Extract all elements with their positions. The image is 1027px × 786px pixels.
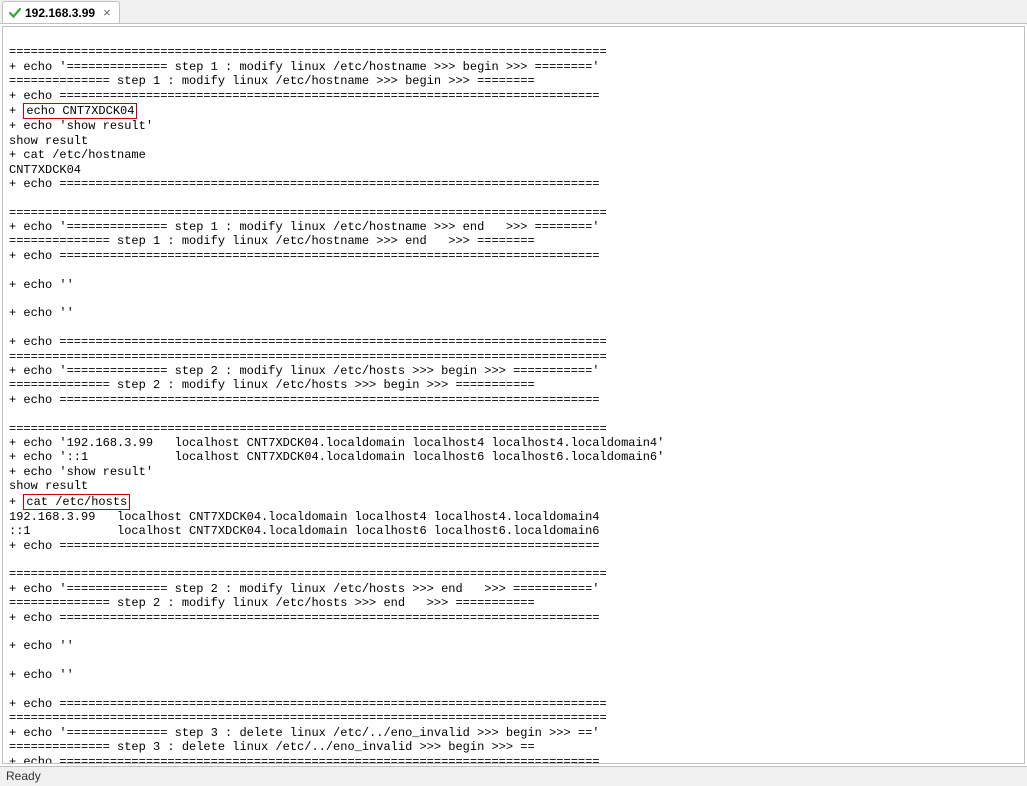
- output-line: ::1 localhost CNT7XDCK04.localdomain loc…: [9, 524, 600, 538]
- output-line: ========================================…: [9, 711, 607, 725]
- output-line: + echo 'show result': [9, 119, 153, 133]
- output-line: ========================================…: [9, 206, 607, 220]
- tab-title: 192.168.3.99: [25, 6, 95, 20]
- output-line: show result: [9, 479, 88, 493]
- output-line: ============== step 1 : modify linux /et…: [9, 74, 535, 88]
- output-line: + echo '192.168.3.99 localhost CNT7XDCK0…: [9, 436, 664, 450]
- output-line: 192.168.3.99 localhost CNT7XDCK04.locald…: [9, 510, 600, 524]
- output-line: + echo '': [9, 668, 74, 682]
- output-line: ========================================…: [9, 422, 607, 436]
- status-bar: Ready: [0, 766, 1027, 786]
- output-line: + echo =================================…: [9, 335, 607, 349]
- output-line: ========================================…: [9, 45, 607, 59]
- highlight-cat-hosts: cat /etc/hosts: [23, 494, 130, 510]
- output-line: + echo '::1 localhost CNT7XDCK04.localdo…: [9, 450, 664, 464]
- output-line: ============== step 1 : modify linux /et…: [9, 234, 535, 248]
- close-icon[interactable]: ×: [103, 5, 111, 20]
- output-line: + echo 'show result': [9, 465, 153, 479]
- output-line: ============== step 2 : modify linux /et…: [9, 378, 535, 392]
- output-line: + echo '============== step 1 : modify l…: [9, 60, 600, 74]
- output-line: + echo '============== step 2 : modify l…: [9, 364, 600, 378]
- output-line: + echo =================================…: [9, 611, 600, 625]
- output-line: + echo '': [9, 639, 74, 653]
- check-icon: [9, 7, 21, 19]
- output-line: ========================================…: [9, 567, 607, 581]
- output-line: ========================================…: [9, 350, 607, 364]
- output-line-prefix: +: [9, 104, 23, 118]
- status-text: Ready: [6, 769, 41, 783]
- output-line: ============== step 3 : delete linux /et…: [9, 740, 535, 754]
- output-line: + echo '============== step 1 : modify l…: [9, 220, 600, 234]
- output-line: + echo '': [9, 306, 74, 320]
- output-line: show result: [9, 134, 88, 148]
- output-line: + echo =================================…: [9, 755, 600, 764]
- output-line: + echo =================================…: [9, 539, 600, 553]
- output-line: + echo '': [9, 278, 74, 292]
- output-line: + cat /etc/hostname: [9, 148, 146, 162]
- output-line: + echo =================================…: [9, 89, 600, 103]
- output-line: + echo =================================…: [9, 393, 600, 407]
- output-line: + echo =================================…: [9, 249, 600, 263]
- output-line: + echo '============== step 3 : delete l…: [9, 726, 600, 740]
- highlight-hostname-echo: echo CNT7XDCK04: [23, 103, 137, 119]
- output-line: ============== step 2 : modify linux /et…: [9, 596, 535, 610]
- output-line: CNT7XDCK04: [9, 163, 81, 177]
- output-line: + echo =================================…: [9, 697, 607, 711]
- output-line: + echo '============== step 2 : modify l…: [9, 582, 600, 596]
- output-line-prefix: +: [9, 495, 23, 509]
- output-line: + echo =================================…: [9, 177, 600, 191]
- terminal-output[interactable]: ========================================…: [2, 26, 1025, 764]
- tab-bar: 192.168.3.99 ×: [0, 0, 1027, 24]
- tab-session[interactable]: 192.168.3.99 ×: [2, 1, 120, 23]
